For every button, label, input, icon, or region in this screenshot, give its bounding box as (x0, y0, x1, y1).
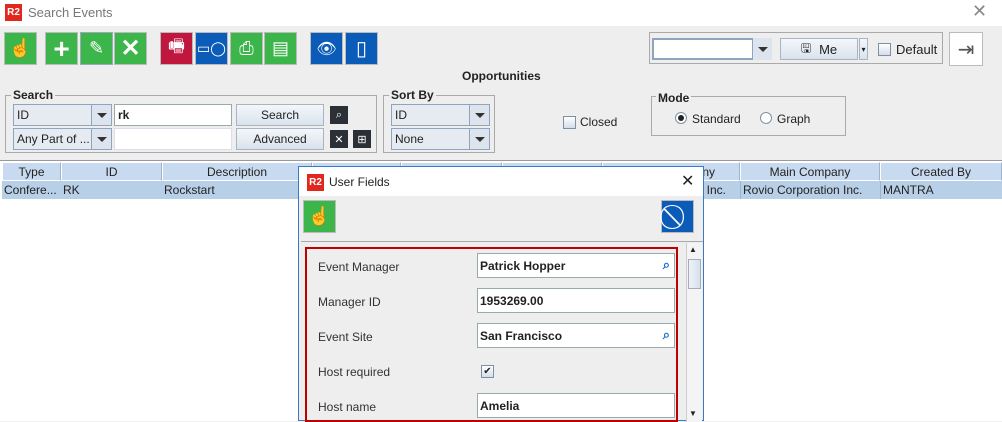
field-label: Manager ID (318, 295, 381, 309)
clear-x-icon[interactable]: ✕ (330, 130, 348, 148)
close-icon[interactable]: ✕ (681, 171, 694, 191)
advanced-button[interactable]: Advanced (236, 128, 324, 150)
column-header-main-company[interactable]: Main Company (740, 162, 880, 181)
app-logo: R2 (5, 4, 22, 21)
printer-icon[interactable]: ⎙ (230, 32, 263, 65)
chevron-down-icon (91, 129, 111, 149)
columns-icon[interactable]: ⊞ (353, 130, 371, 148)
chevron-down-icon (469, 105, 489, 125)
view-network-icon[interactable]: 👁 (310, 32, 343, 65)
search-icon[interactable]: ⌕ (330, 106, 348, 124)
close-icon[interactable]: ✕ (972, 1, 987, 22)
scroll-thumb[interactable] (688, 259, 701, 289)
fax-print-icon[interactable]: 🖷 (160, 32, 193, 65)
search-match-combo[interactable]: Any Part of ... (13, 128, 112, 150)
select-hand-icon[interactable]: ☝ (303, 200, 336, 233)
event-site-input[interactable]: San Francisco ⌕ (477, 323, 675, 348)
save-icon: 🖫 (800, 40, 812, 55)
closed-label: Closed (580, 115, 618, 129)
closed-checkbox[interactable] (563, 116, 576, 129)
search-icon[interactable]: ⌕ (663, 257, 670, 273)
title-bar: R2 Search Events ✕ (0, 0, 1002, 26)
mode-standard-label: Standard (692, 112, 741, 126)
event-manager-input[interactable]: Patrick Hopper ⌕ (477, 253, 675, 278)
sort-legend: Sort By (389, 88, 436, 102)
default-checkbox[interactable] (878, 43, 891, 56)
mode-graph-label: Graph (777, 112, 811, 126)
column-header-created-by[interactable]: Created By (880, 162, 1002, 181)
field-label: Event Site (318, 330, 373, 344)
manager-id-input[interactable]: 1953269.00 (477, 288, 675, 313)
spreadsheet-icon[interactable]: ▤ (264, 32, 297, 65)
column-header-id[interactable]: ID (61, 162, 162, 181)
column-header-type[interactable]: Type (2, 162, 61, 181)
exit-icon[interactable]: ⇥ (949, 32, 983, 66)
field-label: Event Manager (318, 260, 400, 274)
profile-menu-arrow-icon[interactable]: ▾ (859, 38, 868, 60)
search-input[interactable]: rk (114, 104, 232, 126)
search-field-combo[interactable]: ID (13, 104, 112, 126)
search-button[interactable]: Search (236, 104, 324, 126)
book-icon[interactable]: ▯ (345, 32, 378, 65)
default-label: Default (896, 42, 938, 57)
search-legend: Search (11, 88, 56, 102)
field-label: Host required (318, 365, 391, 379)
search-input-2[interactable] (114, 128, 232, 150)
save-profile-button[interactable]: 🖫 Me (780, 38, 858, 60)
scrollbar[interactable]: ▲ ▼ (686, 243, 702, 422)
dialog-title: User Fields (329, 175, 390, 189)
edit-pencil-icon[interactable]: ✎ (80, 32, 113, 65)
dialog-title-bar: R2 User Fields ✕ (299, 167, 703, 196)
mode-standard-radio[interactable] (675, 112, 687, 124)
scroll-down-icon[interactable]: ▼ (689, 409, 697, 418)
chevron-down-icon[interactable] (752, 38, 772, 60)
dialog-logo: R2 (307, 174, 324, 191)
sort-second-combo[interactable]: None (391, 128, 490, 150)
section-title: Opportunities (462, 69, 541, 83)
user-fields-dialog: R2 User Fields ✕ ☝ ⃠ Event Manager Patri… (298, 166, 704, 422)
mode-legend: Mode (656, 91, 692, 105)
profile-group: 🖫 Me ▾ Default (649, 32, 943, 64)
user-fields-panel: Event Manager Patrick Hopper ⌕ Manager ID… (305, 247, 678, 422)
search-icon[interactable]: ⌕ (663, 327, 670, 343)
cancel-icon[interactable]: ⃠ (661, 200, 694, 233)
projector-icon[interactable]: ▭◯ (195, 32, 228, 65)
sort-first-combo[interactable]: ID (391, 104, 490, 126)
host-required-checkbox[interactable]: ✔ (481, 365, 494, 378)
scroll-up-icon[interactable]: ▲ (689, 245, 697, 254)
chevron-down-icon (469, 129, 489, 149)
select-hand-icon[interactable]: ☝ (4, 32, 37, 65)
mode-graph-radio[interactable] (760, 112, 772, 124)
column-header-description[interactable]: Description (162, 162, 312, 181)
field-label: Host name (318, 400, 377, 414)
host-name-input[interactable]: Amelia (477, 393, 675, 418)
chevron-down-icon (91, 105, 111, 125)
delete-x-icon[interactable]: ✕ (114, 32, 147, 65)
window-title: Search Events (28, 5, 113, 20)
add-icon[interactable]: + (45, 32, 78, 65)
